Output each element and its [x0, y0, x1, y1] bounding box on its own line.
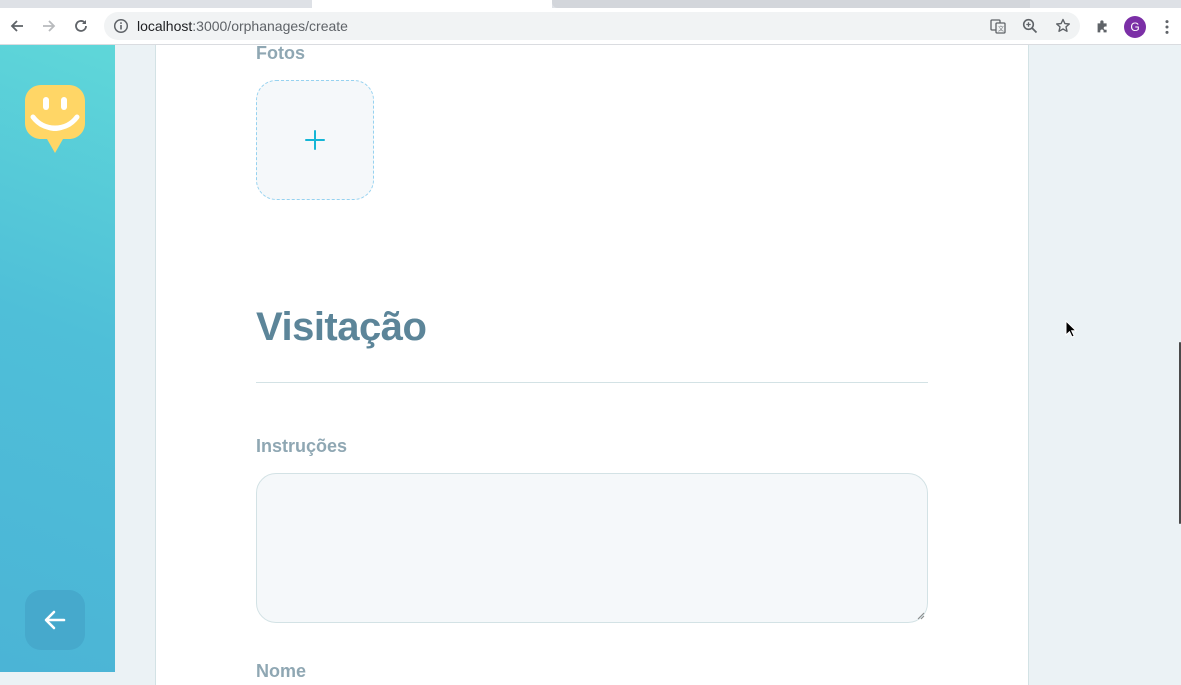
- background-tab[interactable]: [552, 0, 1030, 8]
- section-divider: [256, 382, 928, 383]
- section-title-visitation: Visitação: [256, 305, 427, 349]
- resize-grip-icon[interactable]: [917, 612, 925, 620]
- puzzle-icon: [1097, 20, 1107, 33]
- instructions-textarea[interactable]: [256, 473, 928, 623]
- url-text[interactable]: localhost:3000/orphanages/create: [137, 18, 348, 34]
- create-orphanage-form: Fotos Visitação Instruções Nome: [155, 43, 1029, 685]
- zoom-icon[interactable]: [1021, 17, 1039, 35]
- translate-icon[interactable]: 文: [989, 17, 1007, 35]
- photos-label: Fotos: [256, 43, 305, 63]
- address-bar[interactable]: localhost:3000/orphanages/create 文: [104, 12, 1080, 40]
- arrow-left-icon: [44, 610, 66, 630]
- tab-strip: [0, 0, 1181, 8]
- back-nav-button[interactable]: [6, 15, 28, 37]
- add-photo-button[interactable]: [256, 80, 374, 200]
- bookmark-star-icon[interactable]: [1054, 17, 1072, 35]
- browser-toolbar: localhost:3000/orphanages/create 文 G: [0, 8, 1181, 45]
- info-icon[interactable]: [113, 18, 129, 34]
- instructions-label: Instruções: [256, 436, 348, 456]
- svg-text:文: 文: [998, 25, 1004, 33]
- arrow-right-icon: [43, 20, 56, 32]
- kebab-menu-icon: [1165, 20, 1169, 34]
- reload-button[interactable]: [70, 15, 92, 37]
- url-path: :3000/orphanages/create: [192, 18, 348, 34]
- happy-face-logo[interactable]: [25, 85, 85, 155]
- reload-icon: [75, 20, 87, 32]
- active-tab[interactable]: [312, 0, 552, 8]
- mouse-cursor-icon: [1065, 320, 1077, 338]
- url-host: localhost: [137, 18, 193, 34]
- profile-avatar[interactable]: G: [1124, 16, 1146, 38]
- back-button[interactable]: [25, 590, 85, 650]
- arrow-left-icon: [10, 20, 23, 32]
- extensions-button[interactable]: [1093, 17, 1113, 37]
- forward-nav-button[interactable]: [38, 15, 60, 37]
- browser-menu-button[interactable]: [1157, 17, 1177, 37]
- sidebar: [0, 45, 115, 672]
- plus-icon: [305, 130, 325, 150]
